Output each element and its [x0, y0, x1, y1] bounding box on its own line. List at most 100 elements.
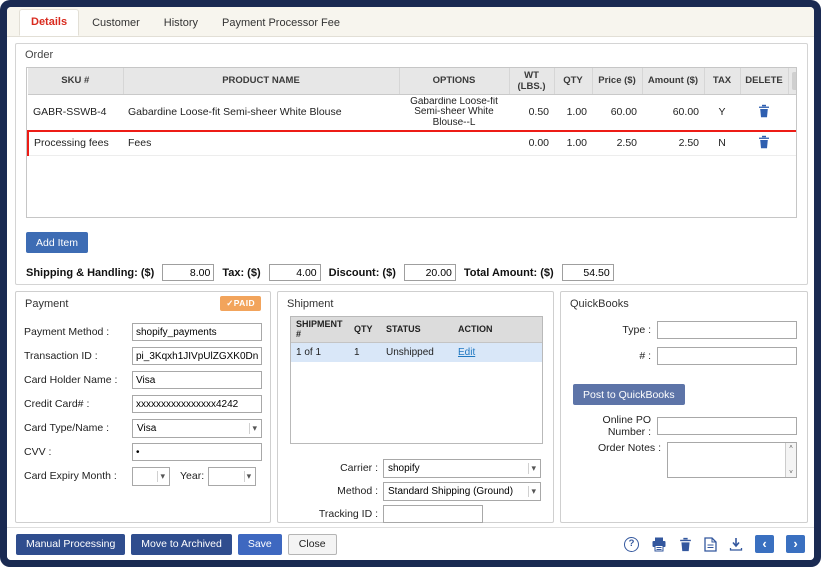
- col-tax: TAX: [704, 68, 740, 94]
- qb-type-row: Type :: [569, 320, 797, 340]
- col-weight: WT (LBS.): [509, 68, 554, 94]
- cvv-row: CVV :: [24, 442, 262, 462]
- qb-number-input[interactable]: [657, 347, 797, 365]
- transaction-id-label: Transaction ID :: [24, 350, 128, 362]
- add-item-button[interactable]: Add Item: [26, 232, 88, 253]
- cvv-label: CVV :: [24, 446, 128, 458]
- order-notes-textarea[interactable]: ˄ ˅: [667, 442, 797, 478]
- card-expiry-label: Card Expiry Month :: [24, 470, 128, 482]
- payment-panel: Payment ✓PAID Payment Method : Transacti…: [15, 291, 271, 523]
- help-button[interactable]: ?: [624, 537, 639, 552]
- weight-cell: 0.50: [509, 94, 554, 131]
- col-shipment-status: STATUS: [381, 317, 453, 342]
- card-holder-input[interactable]: [132, 371, 262, 389]
- help-icon: ?: [624, 537, 639, 552]
- move-to-archived-button[interactable]: Move to Archived: [131, 534, 232, 555]
- chevron-down-icon: ▾: [528, 486, 538, 497]
- delete-order-button[interactable]: [679, 537, 692, 552]
- sku-cell: GABR-SSWB-4: [28, 94, 123, 131]
- payment-method-input[interactable]: [132, 323, 262, 341]
- credit-card-label: Credit Card# :: [24, 398, 128, 410]
- online-po-input[interactable]: [657, 417, 797, 435]
- shipping-handling-label: Shipping & Handling: ($): [26, 267, 154, 279]
- download-button[interactable]: [729, 537, 743, 551]
- carrier-select[interactable]: shopify ▾: [383, 459, 541, 478]
- col-delete: DELETE: [740, 68, 788, 94]
- qb-number-label: # :: [569, 350, 651, 362]
- shipment-panel-title: Shipment: [287, 298, 333, 310]
- close-button[interactable]: Close: [288, 534, 337, 555]
- discount-label: Discount: ($): [329, 267, 396, 279]
- trash-icon: [679, 537, 692, 552]
- card-type-select[interactable]: Visa ▾: [132, 419, 262, 438]
- order-items-table: SKU # PRODUCT NAME OPTIONS WT (LBS.) QTY…: [27, 68, 797, 156]
- carrier-row: Carrier : shopify ▾: [290, 458, 541, 478]
- chevron-right-icon: ›: [793, 537, 797, 550]
- print-button[interactable]: [651, 537, 667, 552]
- next-order-button[interactable]: ›: [786, 535, 805, 553]
- tracking-id-input[interactable]: [383, 505, 483, 523]
- post-to-quickbooks-button[interactable]: Post to QuickBooks: [573, 384, 685, 405]
- col-amount: Amount ($): [642, 68, 704, 94]
- edit-shipment-link[interactable]: Edit: [458, 347, 475, 358]
- chevron-down-icon: ▾: [244, 471, 254, 482]
- qb-type-input[interactable]: [657, 321, 797, 339]
- col-sku: SKU #: [28, 68, 123, 94]
- options-cell: [399, 131, 509, 156]
- printer-icon: [651, 537, 667, 552]
- document-export-icon: [704, 537, 717, 552]
- expiry-year-label: Year:: [180, 470, 204, 482]
- tab-customer[interactable]: Customer: [81, 11, 151, 36]
- quickbooks-panel-title: QuickBooks: [570, 298, 629, 310]
- tab-details[interactable]: Details: [19, 9, 79, 36]
- total-amount-label: Total Amount: ($): [464, 267, 554, 279]
- delete-cell: [740, 94, 788, 131]
- chevron-down-icon: ▾: [249, 423, 259, 434]
- order-table-header-row: SKU # PRODUCT NAME OPTIONS WT (LBS.) QTY…: [28, 68, 797, 94]
- scroll-up-icon[interactable]: ˄: [789, 444, 793, 451]
- qty-cell: 1.00: [554, 131, 592, 156]
- chevron-left-icon: ‹: [762, 537, 766, 550]
- export-document-button[interactable]: [704, 537, 717, 552]
- notes-scrollbar[interactable]: ˄ ˅: [785, 443, 796, 477]
- expiry-year-select[interactable]: ▾: [208, 467, 256, 486]
- delete-item-button[interactable]: [758, 104, 770, 118]
- shipping-method-select[interactable]: Standard Shipping (Ground) ▾: [383, 482, 541, 501]
- save-button[interactable]: Save: [238, 534, 282, 555]
- online-po-row: Online PO Number :: [569, 416, 797, 436]
- cvv-input[interactable]: [132, 443, 262, 461]
- amount-cell: 2.50: [642, 131, 704, 156]
- expiry-month-select[interactable]: ▾: [132, 467, 170, 486]
- transaction-id-input[interactable]: [132, 347, 262, 365]
- payment-method-label: Payment Method :: [24, 326, 128, 338]
- product-cell: Gabardine Loose-fit Semi-sheer White Blo…: [123, 94, 399, 131]
- quickbooks-panel: QuickBooks Type : # : Post to QuickBooks…: [560, 291, 808, 523]
- tax-input[interactable]: [269, 264, 321, 281]
- tab-history[interactable]: History: [153, 11, 209, 36]
- paid-badge-label: PAID: [234, 298, 255, 308]
- qb-number-row: # :: [569, 346, 797, 366]
- card-holder-row: Card Holder Name :: [24, 370, 262, 390]
- manual-processing-button[interactable]: Manual Processing: [16, 534, 125, 555]
- card-expiry-row: Card Expiry Month : ▾ Year: ▾: [24, 466, 262, 486]
- col-shipment-action: ACTION: [453, 317, 543, 342]
- options-text: Gabardine Loose-fit Semi-sheer White Blo…: [404, 97, 504, 128]
- tax-cell: Y: [704, 94, 740, 131]
- order-items-table-container: SKU # PRODUCT NAME OPTIONS WT (LBS.) QTY…: [26, 67, 797, 218]
- delete-item-button[interactable]: [758, 135, 770, 149]
- discount-input[interactable]: [404, 264, 456, 281]
- options-cell: Gabardine Loose-fit Semi-sheer White Blo…: [399, 94, 509, 131]
- credit-card-input[interactable]: [132, 395, 262, 413]
- sku-cell: Processing fees: [28, 131, 123, 156]
- scroll-down-icon[interactable]: ˅: [789, 469, 793, 476]
- paid-badge: ✓PAID: [220, 296, 261, 311]
- tab-payment-processor-fee[interactable]: Payment Processor Fee: [211, 11, 351, 36]
- credit-card-row: Credit Card# :: [24, 394, 262, 414]
- total-amount-input[interactable]: [562, 264, 614, 281]
- tab-bar: Details Customer History Payment Process…: [7, 7, 814, 37]
- window-content: Details Customer History Payment Process…: [7, 7, 814, 560]
- previous-order-button[interactable]: ‹: [755, 535, 774, 553]
- table-scrollbar[interactable]: [788, 68, 797, 94]
- col-shipment-qty: QTY: [349, 317, 381, 342]
- shipping-handling-input[interactable]: [162, 264, 214, 281]
